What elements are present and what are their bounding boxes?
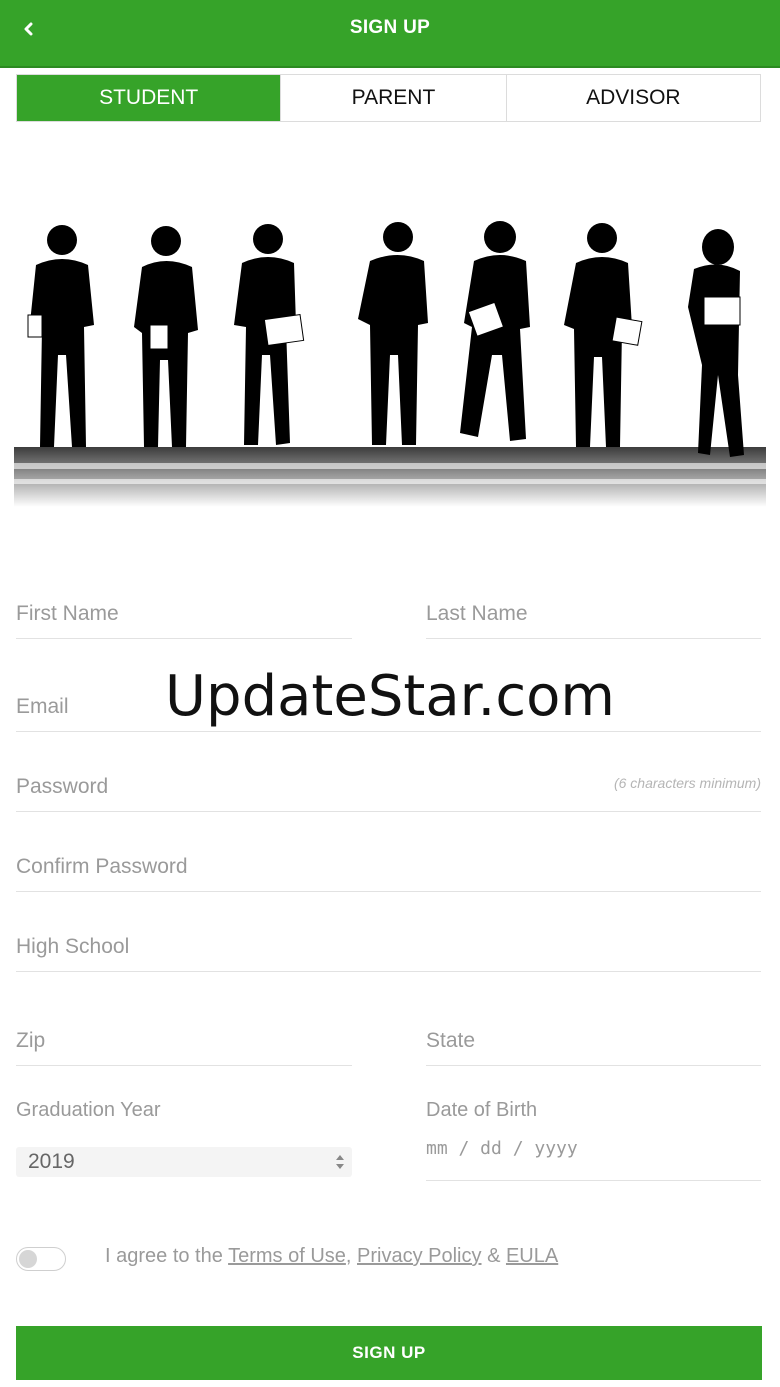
students-hero-image — [14, 221, 766, 507]
high-school-field — [16, 918, 761, 972]
zip-input[interactable] — [16, 1029, 352, 1053]
high-school-input[interactable] — [16, 935, 761, 959]
agreement-text: I agree to the Terms of Use, Privacy Pol… — [105, 1245, 558, 1268]
graduation-year-label: Graduation Year — [16, 1099, 161, 1121]
last-name-input[interactable] — [426, 602, 761, 626]
agree-toggle[interactable] — [16, 1247, 66, 1271]
first-name-field — [16, 585, 352, 639]
sign-up-button[interactable]: SIGN UP — [16, 1326, 762, 1380]
last-name-field — [426, 585, 761, 639]
password-field: (6 characters minimum) — [16, 758, 761, 812]
account-type-tabs: STUDENT PARENT ADVISOR — [16, 74, 761, 122]
select-arrows-icon — [336, 1155, 344, 1169]
tab-parent[interactable]: PARENT — [281, 75, 507, 121]
agreement-amp: & — [487, 1245, 501, 1267]
graduation-year-value: 2019 — [28, 1150, 75, 1173]
date-of-birth-label: Date of Birth — [426, 1099, 538, 1121]
graduation-year-select[interactable]: 2019 — [16, 1147, 352, 1177]
agreement-prefix: I agree to the — [105, 1245, 223, 1267]
confirm-password-field — [16, 838, 761, 892]
date-of-birth-input[interactable]: mm / dd / yyyy — [426, 1128, 761, 1181]
terms-of-use-link[interactable]: Terms of Use — [228, 1245, 346, 1267]
first-name-input[interactable] — [16, 602, 352, 626]
email-input[interactable] — [16, 695, 761, 719]
state-input[interactable] — [426, 1029, 761, 1053]
tab-student[interactable]: STUDENT — [17, 75, 282, 121]
date-of-birth-placeholder: mm / dd / yyyy — [426, 1138, 578, 1159]
page-title: SIGN UP — [349, 17, 431, 38]
privacy-policy-link[interactable]: Privacy Policy — [357, 1245, 481, 1267]
state-field — [426, 1012, 761, 1066]
agreement-comma: , — [345, 1245, 352, 1267]
zip-field — [16, 1012, 352, 1066]
confirm-password-input[interactable] — [16, 855, 761, 879]
password-hint: (6 characters minimum) — [613, 775, 761, 791]
eula-link[interactable]: EULA — [506, 1245, 558, 1267]
toggle-knob — [19, 1250, 37, 1268]
tab-advisor[interactable]: ADVISOR — [506, 75, 760, 121]
app-header: SIGN UP — [0, 0, 780, 68]
email-field — [16, 678, 761, 732]
